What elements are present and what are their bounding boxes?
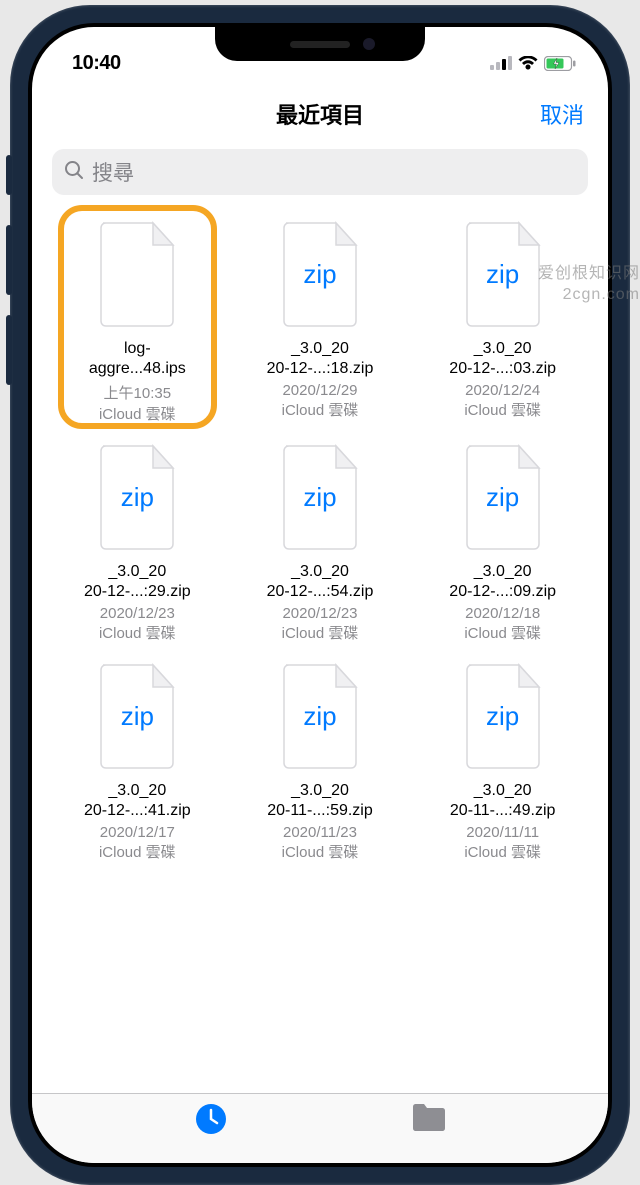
file-timestamp: 2020/11/11 — [466, 824, 539, 841]
file-type-label: zip — [486, 259, 519, 290]
search-input[interactable]: 搜尋 — [52, 149, 588, 195]
file-location: iCloud 雲碟 — [282, 622, 359, 643]
document-icon: zip — [461, 221, 545, 327]
file-location: iCloud 雲碟 — [464, 399, 541, 420]
file-location: iCloud 雲碟 — [464, 622, 541, 643]
document-icon: zip — [95, 663, 179, 769]
file-name: _3.0_2020-12-...:03.zip — [449, 339, 556, 379]
file-type-label: zip — [121, 701, 154, 732]
watermark: 爱创根知识网 2cgn.com — [538, 264, 640, 306]
file-location: iCloud 雲碟 — [464, 841, 541, 862]
file-location: iCloud 雲碟 — [99, 622, 176, 643]
wifi-icon — [518, 56, 538, 70]
file-timestamp: 2020/12/18 — [465, 605, 540, 622]
phone-frame: 10:40 — [10, 5, 630, 1185]
files-grid: log-aggre...48.ips 上午10:35 iCloud 雲碟 zip… — [32, 209, 608, 874]
file-timestamp: 2020/12/23 — [282, 605, 357, 622]
page-title: 最近項目 — [276, 98, 364, 130]
file-item[interactable]: zip _3.0_2020-12-...:18.zip 2020/12/29 i… — [233, 221, 408, 424]
search-placeholder: 搜尋 — [92, 157, 134, 187]
nav-header: 最近項目 取消 — [32, 85, 608, 143]
screen: 10:40 — [32, 27, 608, 1163]
search-icon — [64, 160, 84, 185]
status-time: 10:40 — [72, 52, 121, 75]
file-timestamp: 2020/11/23 — [283, 824, 357, 841]
browse-tab-icon[interactable] — [411, 1102, 447, 1137]
file-type-label: zip — [303, 259, 336, 290]
document-icon: zip — [278, 444, 362, 550]
document-icon: zip — [461, 663, 545, 769]
file-name: _3.0_2020-12-...:41.zip — [84, 781, 191, 821]
file-name: _3.0_2020-12-...:18.zip — [267, 339, 374, 379]
side-button — [6, 155, 12, 195]
file-item[interactable]: zip _3.0_2020-12-...:09.zip 2020/12/18 i… — [415, 444, 590, 643]
file-location: iCloud 雲碟 — [99, 403, 176, 424]
file-timestamp: 上午10:35 — [104, 382, 172, 403]
recents-tab-icon[interactable] — [194, 1102, 228, 1141]
document-icon: zip — [278, 663, 362, 769]
file-type-label: zip — [486, 701, 519, 732]
side-button — [6, 315, 12, 385]
file-item[interactable]: zip _3.0_2020-12-...:29.zip 2020/12/23 i… — [50, 444, 225, 643]
file-timestamp: 2020/12/17 — [100, 824, 175, 841]
file-type-label: zip — [303, 701, 336, 732]
file-location: iCloud 雲碟 — [282, 841, 359, 862]
file-type-label: zip — [486, 482, 519, 513]
file-location: iCloud 雲碟 — [99, 841, 176, 862]
status-icons — [490, 56, 576, 71]
file-timestamp: 2020/12/29 — [282, 382, 357, 399]
document-icon: zip — [461, 444, 545, 550]
document-icon: zip — [278, 221, 362, 327]
file-item[interactable]: zip _3.0_2020-12-...:03.zip 2020/12/24 i… — [415, 221, 590, 424]
file-name: log-aggre...48.ips — [89, 339, 186, 379]
file-type-label: zip — [303, 482, 336, 513]
notch — [215, 27, 425, 61]
battery-charging-icon — [544, 56, 576, 71]
document-icon — [95, 221, 179, 327]
file-item[interactable]: zip _3.0_2020-12-...:41.zip 2020/12/17 i… — [50, 663, 225, 862]
file-timestamp: 2020/12/24 — [465, 382, 540, 399]
file-type-label: zip — [121, 482, 154, 513]
file-location: iCloud 雲碟 — [282, 399, 359, 420]
file-name: _3.0_2020-12-...:54.zip — [267, 562, 374, 602]
cellular-signal-icon — [490, 56, 512, 70]
file-name: _3.0_2020-12-...:29.zip — [84, 562, 191, 602]
tab-bar — [32, 1093, 608, 1163]
file-timestamp: 2020/12/23 — [100, 605, 175, 622]
file-name: _3.0_2020-11-...:59.zip — [267, 781, 373, 821]
file-item[interactable]: zip _3.0_2020-11-...:59.zip 2020/11/23 i… — [233, 663, 408, 862]
file-item[interactable]: log-aggre...48.ips 上午10:35 iCloud 雲碟 — [50, 221, 225, 424]
file-name: _3.0_2020-11-...:49.zip — [450, 781, 556, 821]
file-item[interactable]: zip _3.0_2020-12-...:54.zip 2020/12/23 i… — [233, 444, 408, 643]
document-icon: zip — [95, 444, 179, 550]
file-name: _3.0_2020-12-...:09.zip — [449, 562, 556, 602]
cancel-button[interactable]: 取消 — [540, 98, 584, 130]
file-item[interactable]: zip _3.0_2020-11-...:49.zip 2020/11/11 i… — [415, 663, 590, 862]
side-button — [6, 225, 12, 295]
